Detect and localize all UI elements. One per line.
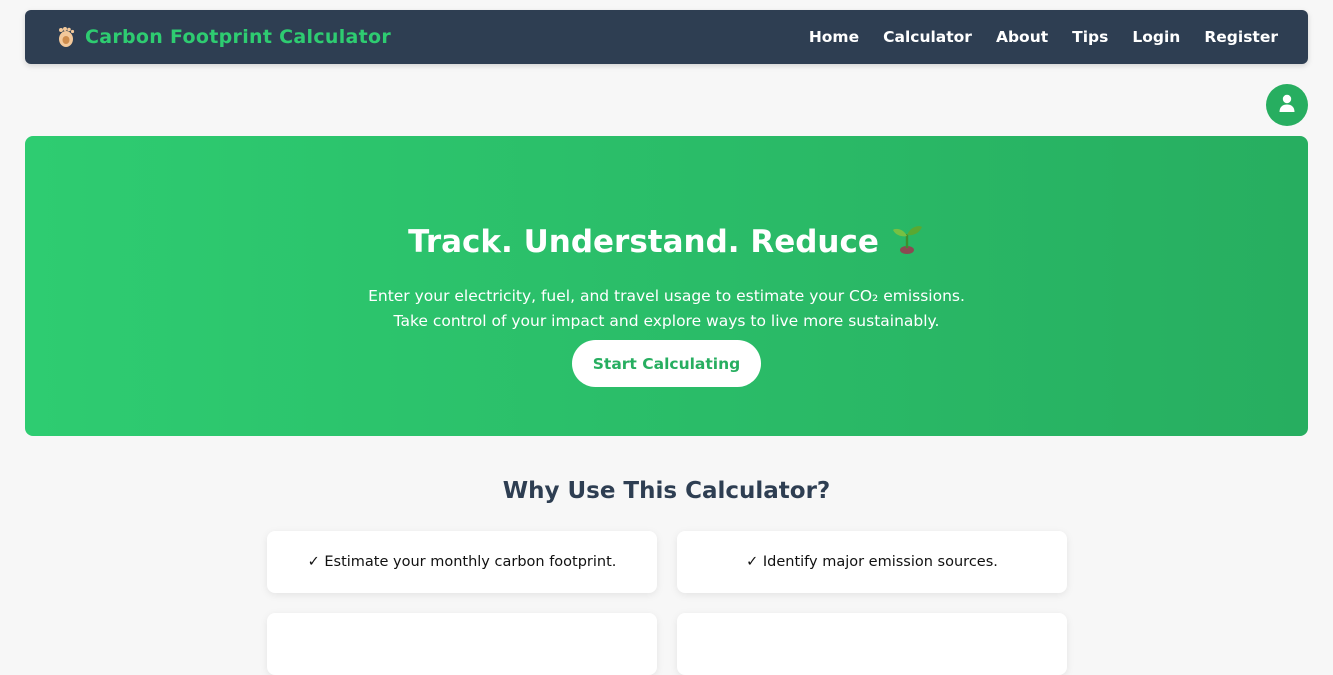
feature-card: ✓ Identify major emission sources. <box>677 531 1067 593</box>
feature-card <box>677 613 1067 675</box>
nav-register-link[interactable]: Register <box>1204 28 1278 46</box>
nav-calculator-link[interactable]: Calculator <box>883 28 972 46</box>
user-profile-button[interactable] <box>1266 84 1308 126</box>
hero-title-text: Track. Understand. Reduce <box>408 224 879 260</box>
seedling-icon <box>889 220 925 264</box>
nav-home-link[interactable]: Home <box>809 28 859 46</box>
nav-login-link[interactable]: Login <box>1132 28 1180 46</box>
user-icon <box>1277 93 1297 117</box>
nav-about-link[interactable]: About <box>996 28 1048 46</box>
navbar: Carbon Footprint Calculator Home Calcula… <box>25 10 1308 64</box>
hero-line-1: Enter your electricity, fuel, and travel… <box>368 287 965 305</box>
hero-title: Track. Understand. Reduce <box>25 220 1308 264</box>
start-calculating-button[interactable]: Start Calculating <box>572 340 761 387</box>
hero-banner: Track. Understand. Reduce Enter your ele… <box>25 136 1308 436</box>
brand-title: Carbon Footprint Calculator <box>85 26 392 48</box>
footprint-icon <box>55 26 77 48</box>
nav-tips-link[interactable]: Tips <box>1072 28 1108 46</box>
nav-links: Home Calculator About Tips Login Registe… <box>809 28 1278 46</box>
hero-description: Enter your electricity, fuel, and travel… <box>25 284 1308 334</box>
feature-card <box>267 613 657 675</box>
why-section-title: Why Use This Calculator? <box>502 478 831 504</box>
hero-line-2: Take control of your impact and explore … <box>393 312 940 330</box>
feature-card: ✓ Estimate your monthly carbon footprint… <box>267 531 657 593</box>
brand[interactable]: Carbon Footprint Calculator <box>55 26 391 48</box>
features-grid: ✓ Estimate your monthly carbon footprint… <box>267 531 1067 675</box>
